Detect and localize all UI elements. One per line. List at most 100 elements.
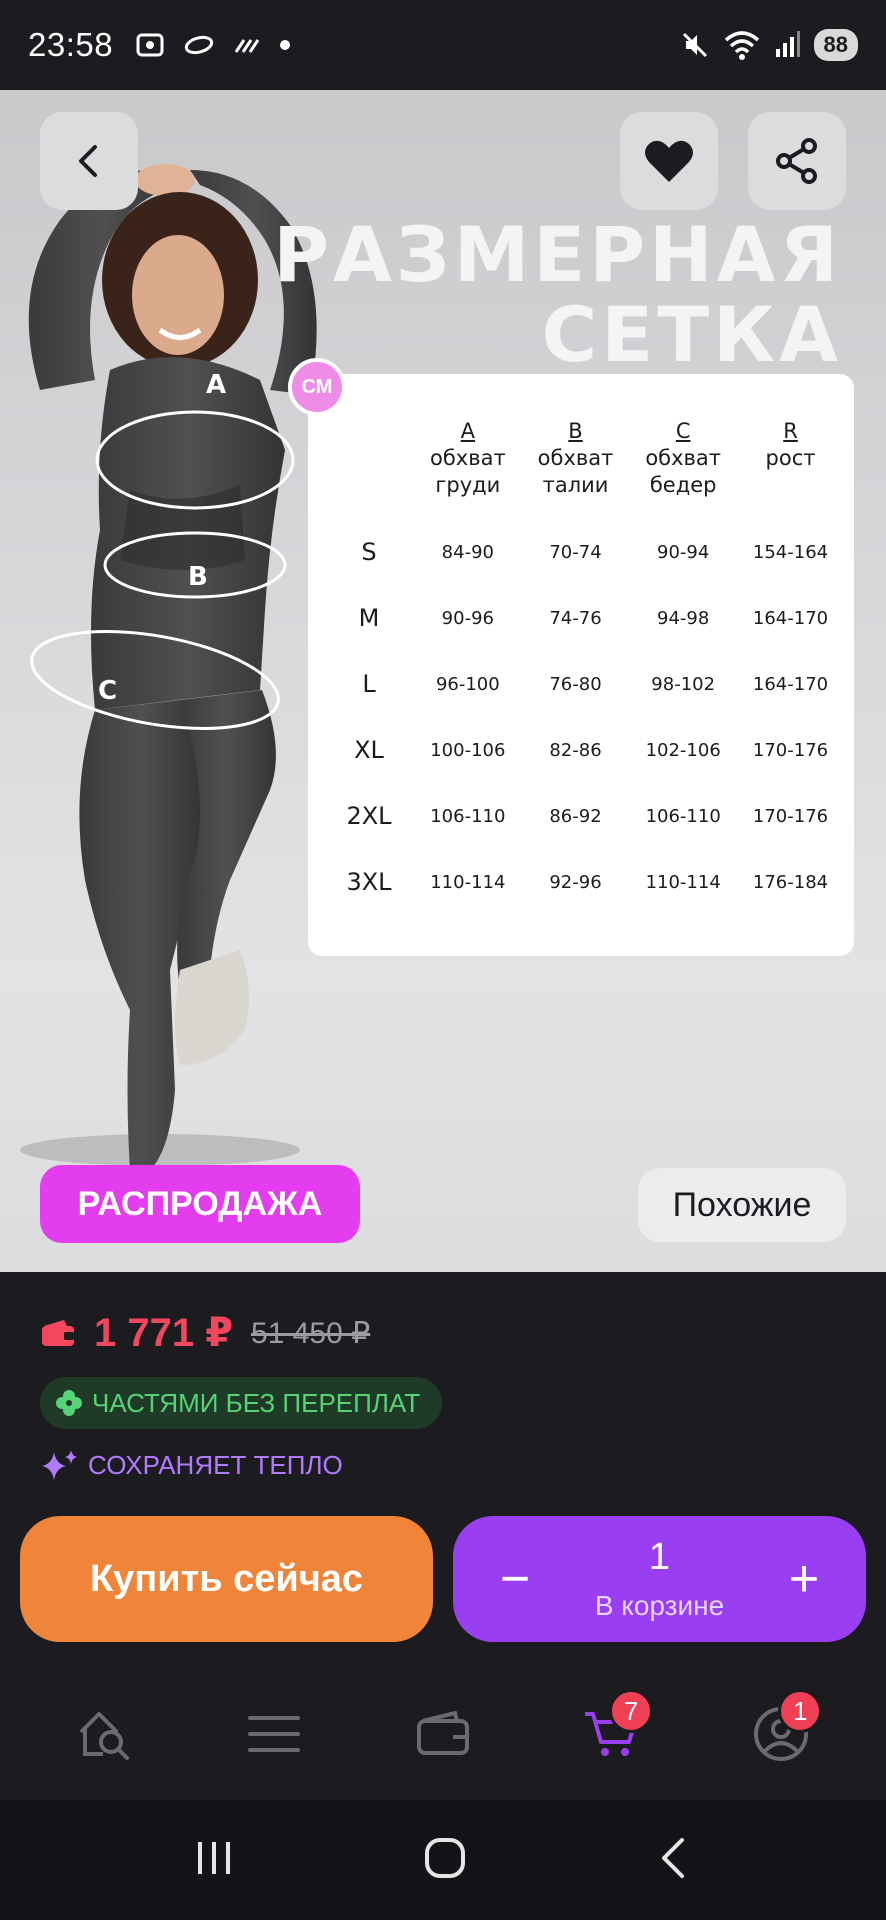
- column-title-line2: груди: [435, 473, 501, 497]
- price-old: 51 450 ₽: [251, 1316, 371, 1350]
- sparkle-icon: [42, 1450, 77, 1480]
- column-title-line2: бедер: [649, 473, 717, 497]
- hips-value: 98-102: [651, 673, 716, 695]
- share-button[interactable]: [748, 112, 846, 210]
- size-name: 2XL: [346, 802, 392, 830]
- unit-badge: СМ: [288, 358, 346, 416]
- column-title-line1: обхват: [645, 446, 722, 470]
- buy-now-button[interactable]: Купить сейчас: [20, 1516, 433, 1642]
- height-value: 154-164: [752, 541, 829, 563]
- product-image-gallery[interactable]: A B C РАЗМЕРНАЯ СЕТКА Aобхват груди Bобхв…: [0, 90, 886, 1272]
- chest-value: 90-96: [441, 607, 494, 629]
- table-row: 2XL 106-110 86-92 106-110 170-176: [324, 783, 844, 849]
- table-row: L 96-100 76-80 98-102 164-170: [324, 651, 844, 717]
- waist-value: 70-74: [549, 541, 602, 563]
- waist-value: 74-76: [549, 607, 602, 629]
- waist-value: 76-80: [549, 673, 602, 695]
- chest-value: 110-114: [430, 871, 506, 893]
- size-chart-title-line2: СЕТКА: [541, 290, 842, 379]
- cart-quantity-stepper: − 1 В корзине +: [453, 1516, 866, 1642]
- chevron-left-icon: [79, 145, 97, 177]
- mute-icon: [682, 32, 707, 58]
- size-chart-card: Aобхват груди Bобхват талии Cобхват бедер R…: [308, 374, 854, 956]
- heart-icon: [645, 140, 693, 182]
- height-value: 176-184: [752, 871, 829, 893]
- share-icon: [776, 138, 817, 184]
- feature-label: СОХРАНЯЕТ ТЕПЛО: [88, 1449, 343, 1480]
- table-row: 3XL 110-114 92-96 110-114 176-184: [324, 849, 844, 915]
- height-value: 170-176: [752, 805, 829, 827]
- clover-icon: [56, 1390, 82, 1416]
- catalog-menu-icon: [247, 1716, 300, 1752]
- nav-catalog[interactable]: [229, 1689, 319, 1779]
- measure-label-c: C: [98, 676, 118, 706]
- wallet-icon: [416, 1711, 469, 1755]
- status-bar: 23:58 88: [0, 0, 886, 90]
- size-chart-title-line1: РАЗМЕРНАЯ: [273, 210, 842, 299]
- price-current: 1 771 ₽: [94, 1311, 234, 1355]
- column-header-waist: Bобхват талии: [522, 418, 630, 519]
- hips-value: 106-110: [645, 805, 721, 827]
- column-letter: C: [675, 419, 691, 443]
- system-back-button[interactable]: [656, 1836, 692, 1885]
- installments-badge[interactable]: ЧАСТЯМИ БЕЗ ПЕРЕПЛАТ: [40, 1377, 443, 1429]
- back-button[interactable]: [40, 112, 138, 210]
- similar-products-button[interactable]: Похожие: [638, 1168, 846, 1242]
- column-header-chest: Aобхват груди: [414, 418, 522, 519]
- dot-icon: [280, 40, 291, 50]
- nav-wallet[interactable]: [398, 1689, 488, 1779]
- measure-label-b: B: [188, 562, 208, 592]
- hips-value: 90-94: [657, 541, 710, 563]
- increase-quantity-button[interactable]: +: [754, 1516, 854, 1642]
- nav-profile[interactable]: 1: [736, 1689, 826, 1779]
- sale-badge: РАСПРОДАЖА: [40, 1165, 360, 1243]
- table-row: S 84-90 70-74 90-94 154-164: [324, 519, 844, 585]
- status-notification-icons: [135, 30, 291, 60]
- size-name: L: [362, 670, 376, 698]
- bottom-navigation: 7 1: [0, 1668, 886, 1800]
- size-chart-table: Aобхват груди Bобхват талии Cобхват бедер R…: [324, 418, 844, 915]
- profile-notification-badge: 1: [778, 1689, 823, 1733]
- recent-apps-button[interactable]: [194, 1838, 234, 1883]
- battery-level: 88: [813, 29, 858, 61]
- height-value: 164-170: [752, 607, 829, 629]
- wallet-price-icon: [42, 1320, 74, 1346]
- hips-value: 102-106: [645, 739, 721, 761]
- height-value: 164-170: [752, 673, 829, 695]
- favorite-button[interactable]: [620, 112, 718, 210]
- search-home-icon: [79, 1712, 129, 1760]
- table-row: XL 100-106 82-86 102-106 170-176: [324, 717, 844, 783]
- column-title-line1: обхват: [429, 446, 506, 470]
- status-system-icons: 88: [680, 29, 858, 61]
- home-button[interactable]: [423, 1836, 467, 1885]
- waist-value: 82-86: [549, 739, 602, 761]
- app-notification-icon: [184, 35, 214, 55]
- decrease-quantity-button[interactable]: −: [465, 1516, 565, 1642]
- size-name: XL: [354, 736, 384, 764]
- waist-value: 86-92: [549, 805, 602, 827]
- size-chart-header-row: Aобхват груди Bобхват талии Cобхват бедер R…: [324, 418, 844, 519]
- chest-value: 106-110: [430, 805, 506, 827]
- column-title-line2: талии: [542, 473, 609, 497]
- size-name: S: [361, 538, 377, 566]
- installments-label: ЧАСТЯМИ БЕЗ ПЕРЕПЛАТ: [92, 1387, 421, 1418]
- nav-cart[interactable]: 7: [567, 1689, 657, 1779]
- screenshot-icon: [136, 33, 164, 57]
- chest-value: 96-100: [435, 673, 500, 695]
- status-time: 23:58: [28, 26, 114, 63]
- column-header-height: Rрост: [737, 418, 844, 519]
- table-row: M 90-96 74-76 94-98 164-170: [324, 585, 844, 651]
- system-navigation-bar: [0, 1800, 886, 1920]
- column-letter: B: [568, 419, 583, 443]
- recent-apps-icon: [198, 1841, 231, 1874]
- column-header-hips: Cобхват бедер: [629, 418, 737, 519]
- chest-value: 100-106: [430, 739, 506, 761]
- signal-icon: [775, 31, 800, 57]
- measure-label-a: A: [206, 370, 227, 400]
- cart-count-badge: 7: [609, 1689, 654, 1733]
- size-column-header: [324, 418, 414, 519]
- hips-value: 94-98: [657, 607, 710, 629]
- wifi-icon: [724, 31, 759, 60]
- feature-tag: СОХРАНЯЕТ ТЕПЛО: [40, 1448, 343, 1482]
- nav-home-search[interactable]: [60, 1689, 150, 1779]
